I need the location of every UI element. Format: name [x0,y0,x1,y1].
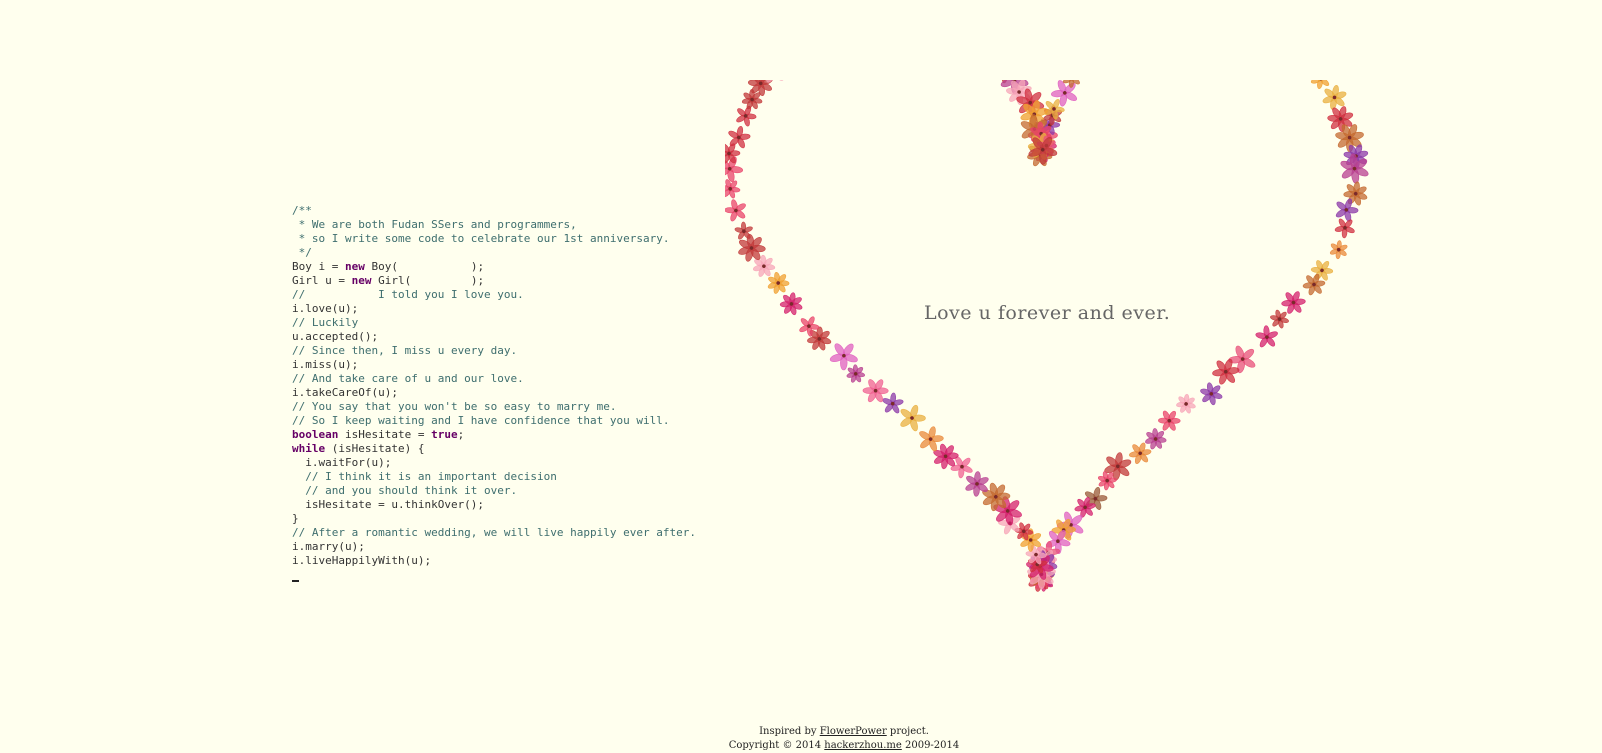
flower [1334,218,1355,239]
footer-copyright-prefix: Copyright © 2014 [728,740,825,751]
code-keyword: new [344,260,365,273]
code-comment: // Luckily [292,316,359,329]
code-comment: * We are both Fudan SSers and programmer… [292,218,577,231]
code-text: isHesitate = u.thinkOver(); [292,498,485,511]
flower [1340,153,1369,184]
code-text: i.liveHappilyWith(u); [292,554,432,567]
code-text: } [292,512,299,525]
code-text: i.marry(u); [292,540,365,553]
text-cursor [292,580,299,582]
code-comment: // Since then, I miss u every day. [292,344,518,357]
footer-copyright-line: Copyright © 2014 hackerzhou.me 2009-2014 [0,739,1602,753]
footer-inspired-line: Inspired by FlowerPower project. [0,725,1602,739]
code-line: boolean isHesitate = true; [292,428,732,442]
code-line: */ [292,246,732,260]
code-line: Boy i = new Boy( ); [292,260,732,274]
code-line: i.liveHappilyWith(u); [292,554,732,568]
code-keyword: while [292,442,326,455]
flower [1158,410,1181,431]
code-comment: // I think it is an important decision [292,470,557,483]
code-line: // So I keep waiting and I have confiden… [292,414,732,428]
code-line: while (isHesitate) { [292,442,732,456]
code-text: isHesitate = [338,428,432,441]
love-message: Love u forever and ever. [924,302,1171,324]
code-line: /** [292,204,732,218]
code-text: u.accepted(); [292,330,379,343]
code-line: i.waitFor(u); [292,456,732,470]
code-keyword: true [431,428,458,441]
code-line: isHesitate = u.thinkOver(); [292,498,732,512]
code-line: // I think it is an important decision [292,470,732,484]
code-text: Boy( [364,260,398,273]
code-comment: // I told you I love you. [292,288,524,301]
footer-inspired-prefix: Inspired by [759,726,820,737]
code-line: i.love(u); [292,302,732,316]
footer-copyright-suffix: 2009-2014 [901,740,960,751]
flower [1255,325,1278,348]
code-text: ); [470,274,485,287]
code-line: // And take care of u and our love. [292,372,732,386]
code-line: i.miss(u); [292,358,732,372]
code-text: i.miss(u); [292,358,359,371]
cursor-line [292,568,732,582]
code-block: /** * We are both Fudan SSers and progra… [292,204,732,582]
code-text: Girl( [371,274,412,287]
code-text: i.love(u); [292,302,359,315]
code-text: i.takeCareOf(u); [292,386,398,399]
code-line: // Luckily [292,316,732,330]
code-line: } [292,512,732,526]
code-comment: * so I write some code to celebrate our … [292,232,670,245]
code-text: (isHesitate) { [325,442,425,455]
code-line: i.marry(u); [292,540,732,554]
code-comment: */ [292,246,312,259]
hackerzhou-link[interactable]: hackerzhou.me [824,740,902,751]
code-text: i.waitFor(u); [292,456,392,469]
flower [1329,240,1348,260]
code-line: // Since then, I miss u every day. [292,344,732,358]
code-line: // and you should think it over. [292,484,732,498]
code-comment: // And take care of u and our love. [292,372,524,385]
code-comment: // and you should think it over. [292,484,518,497]
code-line: // After a romantic wedding, we will liv… [292,526,732,540]
flower [1176,393,1196,414]
code-line: u.accepted(); [292,330,732,344]
code-text: ); [470,260,485,273]
footer: Inspired by FlowerPower project. Copyrig… [0,725,1602,753]
code-line: * We are both Fudan SSers and programmer… [292,218,732,232]
footer-inspired-suffix: project. [886,726,929,737]
flower [725,199,746,222]
code-line: * so I write some code to celebrate our … [292,232,732,246]
code-keyword: boolean [292,428,339,441]
code-comment: // After a romantic wedding, we will liv… [292,526,696,539]
code-line: Girl u = new Girl( ); [292,274,732,288]
flower-heart [725,80,1369,592]
code-text: Boy i = [292,260,345,273]
code-comment: // So I keep waiting and I have confiden… [292,414,670,427]
flower [846,364,866,383]
flowerpower-link[interactable]: FlowerPower [820,726,887,737]
code-line: // I told you I love you. [292,288,732,302]
code-keyword: new [351,274,372,287]
code-comment: /** [292,204,312,217]
flower [1310,80,1331,89]
code-text: Girl u = [292,274,352,287]
code-line: i.takeCareOf(u); [292,386,732,400]
code-line: // You say that you won't be so easy to … [292,400,732,414]
code-comment: // You say that you won't be so easy to … [292,400,617,413]
flower [779,292,803,316]
code-text: ; [457,428,465,441]
